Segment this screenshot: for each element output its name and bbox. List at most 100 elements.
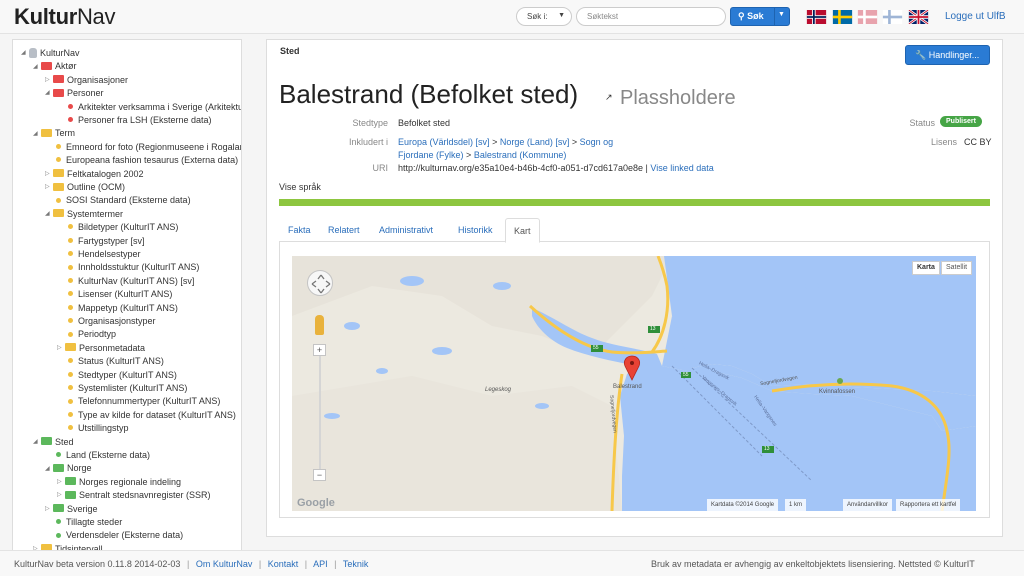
show-languages-link[interactable]: Vise språk [279, 182, 321, 192]
license-link[interactable]: CC BY [964, 137, 992, 147]
breadcrumb-link[interactable]: Sogn og [580, 137, 614, 147]
zoom-slider-track[interactable] [319, 348, 321, 472]
expand-icon[interactable]: ▷ [57, 342, 65, 355]
tree-item[interactable]: Land (Eksterne data) [45, 449, 150, 462]
tree-item[interactable]: Organisasjonstyper [57, 315, 156, 328]
tree-item[interactable]: Status (KulturIT ANS) [57, 355, 164, 368]
collapse-icon[interactable]: ◢ [45, 463, 53, 476]
zoom-in-button[interactable]: + [313, 344, 326, 356]
uri-row: http://kulturnav.org/e35a10e4-b46b-4cf0-… [398, 163, 714, 173]
tree-item[interactable]: Periodtyp [57, 328, 116, 341]
external-link-icon[interactable]: ↗ [605, 92, 613, 103]
flag-denmark-icon[interactable] [857, 10, 878, 24]
tree-item[interactable]: ◢ Aktør [33, 60, 77, 73]
tree-item[interactable]: Arkitekter verksamma i Sverige (Arkitekt… [57, 101, 241, 114]
stedtype-value-link[interactable]: Befolket sted [398, 118, 450, 128]
footer-link-technical[interactable]: Teknik [343, 559, 369, 569]
tab-historikk[interactable]: Historikk [458, 218, 493, 242]
tree-item[interactable]: ◢ Personer [45, 87, 104, 100]
tree-item[interactable]: ◢ Norge [45, 462, 92, 475]
expand-icon[interactable]: ▷ [45, 181, 53, 194]
map-view[interactable]: Balestrand Legeskog Kvinnafossen 13 55 1… [292, 256, 976, 511]
search-button[interactable]: ⚲ Søk ▼ [730, 7, 790, 26]
breadcrumb-link[interactable]: Fjordane (Fylke) [398, 150, 464, 160]
tree-item[interactable]: Bildetyper (KulturIT ANS) [57, 221, 178, 234]
tree-item[interactable]: ◢ Term [33, 127, 75, 140]
leaf-dot-icon [56, 143, 61, 149]
breadcrumb-link[interactable]: Europa (Världsdel) [sv] [398, 137, 490, 147]
tree-item[interactable]: SOSI Standard (Eksterne data) [45, 194, 191, 207]
folder-icon [41, 129, 52, 138]
app-logo[interactable]: KulturNav [14, 4, 116, 30]
collapse-icon[interactable]: ◢ [33, 61, 41, 74]
tree-item[interactable]: ▷ Personmetadata [57, 342, 145, 355]
tree-item[interactable]: ▷ Organisasjoner [45, 74, 128, 87]
expand-icon[interactable]: ▷ [45, 74, 53, 87]
tree-item[interactable]: ▷ Sverige [45, 503, 98, 516]
tree-item[interactable]: Tillagte steder [45, 516, 122, 529]
tree-item[interactable]: Innholdsstuktur (KulturIT ANS) [57, 261, 199, 274]
tree-item[interactable]: Stedtyper (KulturIT ANS) [57, 369, 177, 382]
tab-administrativt[interactable]: Administrativt [379, 218, 433, 242]
breadcrumb-link[interactable]: Balestrand (Kommune) [474, 150, 567, 160]
footer-link-api[interactable]: API [313, 559, 328, 569]
map-type-satellite-button[interactable]: Satellit [941, 261, 973, 275]
tree-item[interactable]: Emneord for foto (Regionmuseene i Rogala… [45, 141, 241, 154]
flag-sweden-icon[interactable] [832, 10, 853, 24]
tab-relatert[interactable]: Relatert [328, 218, 360, 242]
flag-finland-icon[interactable] [882, 10, 903, 24]
map-report-link[interactable]: Rapportera ett kartfel [896, 499, 961, 511]
breadcrumb-link[interactable]: Norge (Land) [sv] [500, 137, 570, 147]
expand-icon[interactable]: ▷ [45, 168, 53, 181]
tree-item[interactable]: ▷ Feltkatalogen 2002 [45, 168, 144, 181]
footer-link-about[interactable]: Om KulturNav [196, 559, 253, 569]
collapse-icon[interactable]: ◢ [33, 436, 41, 449]
tree-item[interactable]: Mappetyp (KulturIT ANS) [57, 302, 178, 315]
tree-item[interactable]: ◢ Systemtermer [45, 208, 123, 221]
pan-control[interactable] [307, 270, 333, 296]
tree-item[interactable]: Hendelsestyper [57, 248, 141, 261]
tree-item[interactable]: ▷ Norges regionale indeling [57, 476, 181, 489]
tree-item[interactable]: Lisenser (KulturIT ANS) [57, 288, 172, 301]
tree-item[interactable]: KulturNav (KulturIT ANS) [sv] [57, 275, 194, 288]
version-text: KulturNav beta version 0.11.8 2014-02-03 [14, 559, 181, 569]
map-type-karta-button[interactable]: Karta [912, 261, 940, 275]
tree-item[interactable]: ▷ Outline (OCM) [45, 181, 125, 194]
tree-item[interactable]: Utstillingstyp [57, 422, 129, 435]
tree-item[interactable]: ◢ Sted [33, 436, 74, 449]
tree-item[interactable]: ▷ Sentralt stedsnavnregister (SSR) [57, 489, 211, 502]
tree-item[interactable]: Telefonnummertyper (KulturIT ANS) [57, 395, 220, 408]
tree-item[interactable]: Verdensdeler (Eksterne data) [45, 529, 183, 542]
flag-uk-icon[interactable] [908, 10, 929, 24]
zoom-out-button[interactable]: − [313, 469, 326, 481]
search-type-select[interactable]: Søk i: ▼ [516, 7, 572, 26]
tree-item[interactable]: Type av kilde for dataset (KulturIT ANS) [57, 409, 236, 422]
chevron-down-icon[interactable]: ▼ [778, 11, 785, 18]
linked-data-link[interactable]: Vise linked data [650, 163, 713, 173]
tree-item[interactable]: Systemlister (KulturIT ANS) [57, 382, 187, 395]
collapse-icon[interactable]: ◢ [45, 87, 53, 100]
actions-button[interactable]: 🔧 Handlinger... [905, 45, 990, 65]
tab-kart[interactable]: Kart [505, 218, 540, 243]
logout-link[interactable]: Logge ut UlfB [945, 11, 1006, 22]
folder-icon [53, 504, 64, 513]
tree-item[interactable]: ◢ KulturNav [21, 47, 80, 60]
tree-item[interactable]: Personer fra LSH (Eksterne data) [57, 114, 212, 127]
street-view-pegman-icon[interactable] [315, 315, 324, 335]
tree-item[interactable]: Fartygstyper [sv] [57, 235, 145, 248]
pan-arrows-icon [311, 274, 331, 294]
tree-item[interactable]: Europeana fashion tesaurus (Externa data… [45, 154, 238, 167]
collapse-icon[interactable]: ◢ [45, 208, 53, 221]
tab-fakta[interactable]: Fakta [288, 218, 311, 242]
expand-icon[interactable]: ▷ [57, 489, 65, 502]
map-terms-link[interactable]: Användarvillkor [843, 499, 893, 511]
tree-item-label: Tillagte steder [66, 517, 123, 527]
collapse-icon[interactable]: ◢ [21, 47, 29, 60]
footer-link-contact[interactable]: Kontakt [268, 559, 299, 569]
collapse-icon[interactable]: ◢ [33, 128, 41, 141]
flag-norway-icon[interactable] [806, 10, 827, 24]
inkludert-line-1: Europa (Världsdel) [sv] > Norge (Land) [… [398, 137, 613, 147]
expand-icon[interactable]: ▷ [45, 503, 53, 516]
expand-icon[interactable]: ▷ [57, 476, 65, 489]
search-input[interactable]: Søktekst [576, 7, 726, 26]
